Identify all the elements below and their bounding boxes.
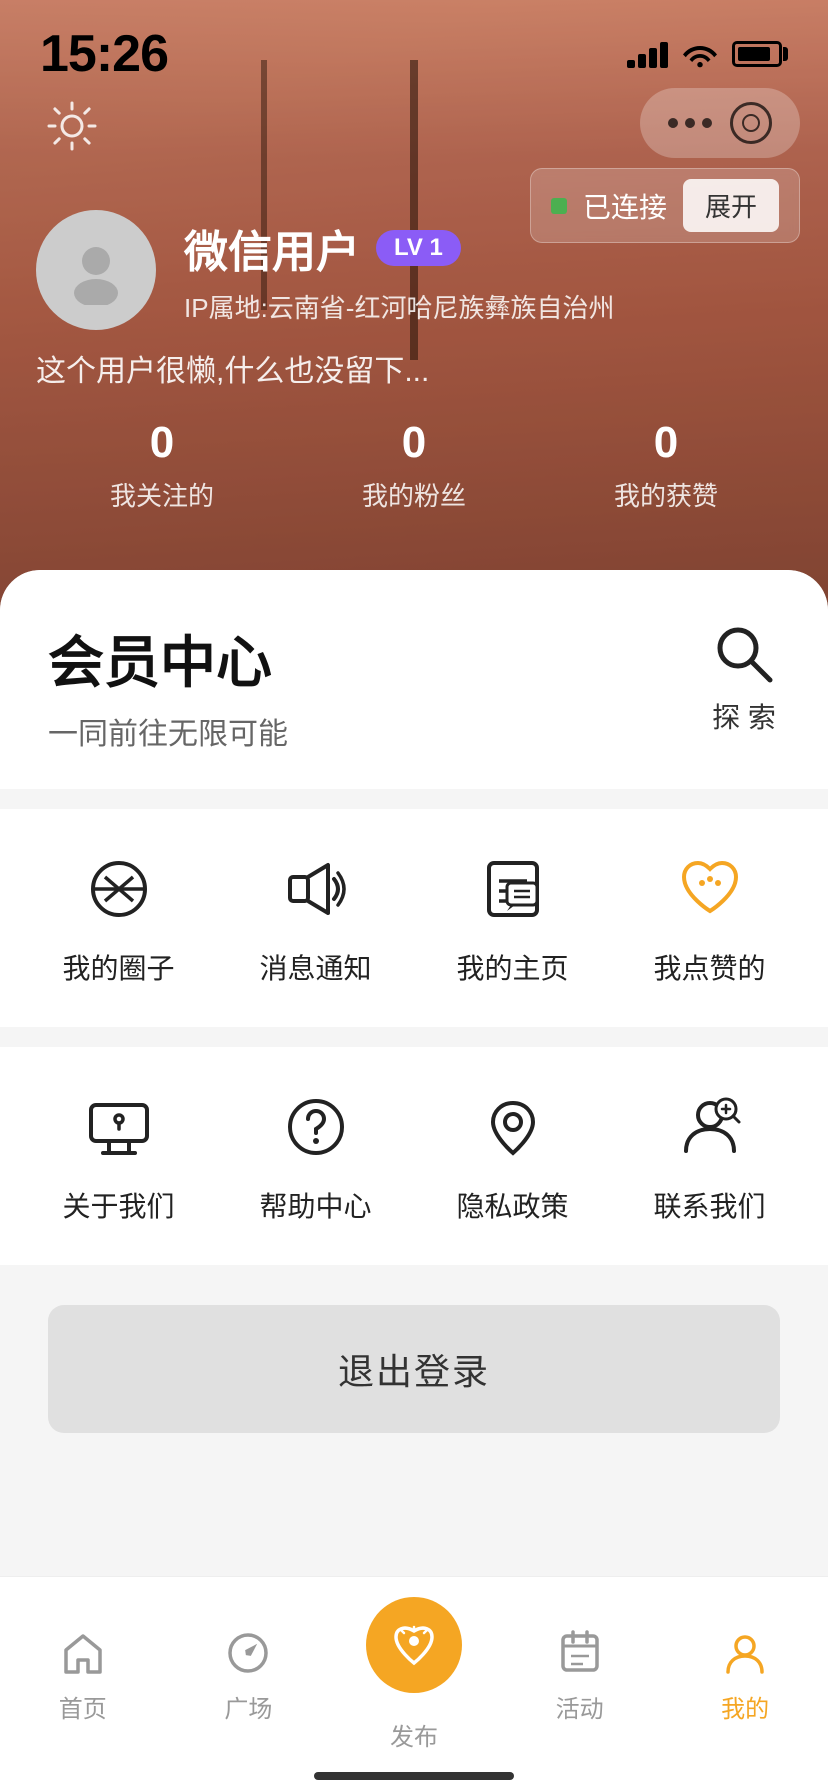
stats-row: 0 我关注的 0 我的粉丝 0 我的获赞 bbox=[36, 418, 792, 513]
nav-activity-label: 活动 bbox=[556, 1689, 604, 1724]
nav-home-label: 首页 bbox=[59, 1689, 107, 1724]
privacy-item[interactable]: 隐私政策 bbox=[433, 1087, 593, 1225]
liked-label: 我点赞的 bbox=[653, 947, 765, 987]
liked-item[interactable]: 我点赞的 bbox=[630, 849, 790, 987]
document-icon bbox=[473, 849, 553, 929]
about-us-item[interactable]: 关于我们 bbox=[39, 1087, 199, 1225]
logout-button[interactable]: 退出登录 bbox=[48, 1305, 780, 1433]
my-circle-label: 我的圈子 bbox=[62, 947, 174, 987]
my-home-item[interactable]: 我的主页 bbox=[433, 849, 593, 987]
heart-icon bbox=[670, 849, 750, 929]
profile-row: 微信用户 LV 1 IP属地:云南省-红河哈尼族彝族自治州 bbox=[36, 210, 792, 330]
compass-icon bbox=[220, 1625, 276, 1681]
help-label: 帮助中心 bbox=[259, 1185, 371, 1225]
bio: 这个用户很懒,什么也没留下... bbox=[36, 346, 792, 390]
camera-icon bbox=[730, 102, 772, 144]
nav-publish[interactable]: 发布 bbox=[331, 1597, 497, 1752]
signal-icon bbox=[627, 40, 668, 68]
contact-item[interactable]: 联系我们 bbox=[630, 1087, 790, 1225]
about-us-label: 关于我们 bbox=[62, 1185, 174, 1225]
home-icon bbox=[55, 1625, 111, 1681]
wifi-icon bbox=[682, 40, 718, 68]
nav-activity[interactable]: 活动 bbox=[497, 1625, 663, 1724]
member-subtitle: 一同前往无限可能 bbox=[48, 709, 288, 753]
username: 微信用户 bbox=[184, 216, 360, 280]
location-icon bbox=[473, 1087, 553, 1167]
profile-area: 微信用户 LV 1 IP属地:云南省-红河哈尼族彝族自治州 这个用户很懒,什么也… bbox=[36, 210, 792, 513]
status-time: 15:26 bbox=[40, 24, 168, 84]
stat-likes-count: 0 bbox=[654, 418, 678, 468]
bottom-nav: 首页 广场 发布 bbox=[0, 1576, 828, 1792]
stat-likes-label: 我的获赞 bbox=[614, 476, 718, 513]
stat-following[interactable]: 0 我关注的 bbox=[110, 418, 214, 513]
logout-section: 退出登录 bbox=[0, 1285, 828, 1473]
stat-fans[interactable]: 0 我的粉丝 bbox=[362, 418, 466, 513]
nav-home[interactable]: 首页 bbox=[0, 1625, 166, 1724]
username-row: 微信用户 LV 1 bbox=[184, 216, 614, 280]
battery-icon bbox=[732, 41, 788, 67]
dots-camera-control[interactable] bbox=[640, 88, 800, 158]
my-home-label: 我的主页 bbox=[456, 947, 568, 987]
my-circle-item[interactable]: 我的圈子 bbox=[39, 849, 199, 987]
nav-publish-label: 发布 bbox=[390, 1717, 438, 1752]
search-label: 探 索 bbox=[712, 696, 776, 736]
speaker-icon bbox=[276, 849, 356, 929]
member-title: 会员中心 bbox=[48, 618, 288, 699]
contact-icon bbox=[670, 1087, 750, 1167]
publish-icon-circle bbox=[366, 1597, 462, 1693]
profile-info: 微信用户 LV 1 IP属地:云南省-红河哈尼族彝族自治州 bbox=[184, 216, 614, 325]
settings-icon[interactable] bbox=[36, 90, 108, 162]
person-icon bbox=[717, 1625, 773, 1681]
status-bar: 15:26 bbox=[0, 0, 828, 88]
level-badge: LV 1 bbox=[376, 230, 461, 266]
stat-following-label: 我关注的 bbox=[110, 476, 214, 513]
nav-plaza-label: 广场 bbox=[224, 1689, 272, 1724]
ip-location: IP属地:云南省-红河哈尼族彝族自治州 bbox=[184, 288, 614, 325]
member-header: 会员中心 一同前往无限可能 探 索 bbox=[0, 570, 828, 789]
home-indicator bbox=[314, 1772, 514, 1780]
monitor-icon bbox=[79, 1087, 159, 1167]
nav-mine-label: 我的 bbox=[721, 1689, 769, 1724]
notification-item[interactable]: 消息通知 bbox=[236, 849, 396, 987]
stat-likes[interactable]: 0 我的获赞 bbox=[614, 418, 718, 513]
aperture-icon bbox=[79, 849, 159, 929]
notification-label: 消息通知 bbox=[259, 947, 371, 987]
search-block[interactable]: 探 索 bbox=[708, 618, 780, 736]
stat-fans-count: 0 bbox=[402, 418, 426, 468]
contact-label: 联系我们 bbox=[653, 1185, 765, 1225]
privacy-label: 隐私政策 bbox=[456, 1185, 568, 1225]
help-item[interactable]: 帮助中心 bbox=[236, 1087, 396, 1225]
nav-mine[interactable]: 我的 bbox=[662, 1625, 828, 1724]
nav-plaza[interactable]: 广场 bbox=[166, 1625, 332, 1724]
status-icons bbox=[627, 40, 788, 68]
stat-fans-label: 我的粉丝 bbox=[362, 476, 466, 513]
dots-icon bbox=[668, 118, 712, 128]
activity-icon bbox=[552, 1625, 608, 1681]
help-circle-icon bbox=[276, 1087, 356, 1167]
stat-following-count: 0 bbox=[150, 418, 174, 468]
icon-grid-1: 我的圈子 消息通知 bbox=[0, 809, 828, 1027]
icon-grid-row-1: 我的圈子 消息通知 bbox=[20, 849, 808, 987]
avatar bbox=[36, 210, 156, 330]
icon-grid-row-2: 关于我们 帮助中心 bbox=[20, 1087, 808, 1225]
icon-grid-2: 关于我们 帮助中心 bbox=[0, 1047, 828, 1265]
search-icon bbox=[708, 618, 780, 690]
member-title-block: 会员中心 一同前往无限可能 bbox=[48, 618, 288, 753]
